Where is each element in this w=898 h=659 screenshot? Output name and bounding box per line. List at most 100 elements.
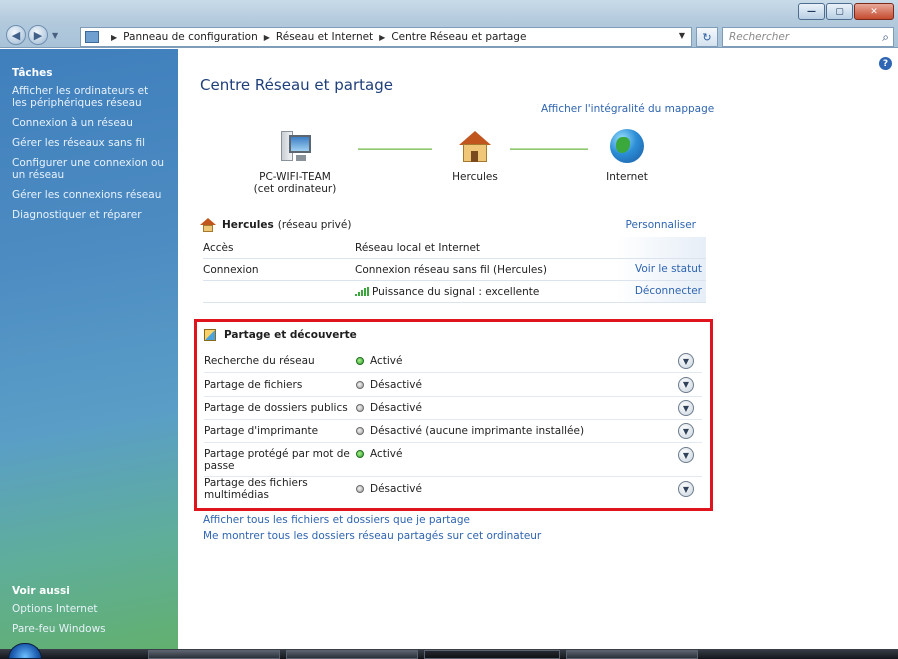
- address-bar[interactable]: ▶ Panneau de configuration ▶ Réseau et I…: [80, 27, 692, 47]
- show-shared-folders-link[interactable]: Me montrer tous les dossiers réseau part…: [203, 530, 541, 542]
- sharing-icon: [204, 329, 216, 341]
- network-details-table: Accès Réseau local et Internet Connexion…: [203, 237, 706, 303]
- network-detail-row: Connexion Connexion réseau sans fil (Her…: [203, 259, 706, 281]
- sharing-title: Partage et découverte: [224, 329, 357, 341]
- taskbar-button[interactable]: [566, 650, 698, 659]
- chevron-down-icon[interactable]: ▼: [678, 481, 694, 497]
- sharing-label: Partage de dossiers publics: [204, 402, 348, 414]
- minimize-button[interactable]: —: [798, 3, 825, 20]
- sidebar-task-manage-wireless[interactable]: Gérer les réseaux sans fil: [12, 137, 166, 149]
- sharing-label: Partage de fichiers: [204, 378, 303, 391]
- chevron-down-icon[interactable]: ▼: [678, 447, 694, 463]
- detail-value: Puissance du signal : excellente: [355, 286, 616, 298]
- sharing-status: Désactivé (aucune imprimante installée): [370, 425, 585, 437]
- close-button[interactable]: ✕: [854, 3, 894, 20]
- chevron-down-icon[interactable]: ▼: [678, 353, 694, 369]
- search-icon[interactable]: ⌕: [882, 30, 889, 45]
- status-off-icon: [356, 427, 364, 435]
- breadcrumb-network-internet[interactable]: Réseau et Internet: [276, 31, 373, 43]
- help-icon[interactable]: ?: [879, 57, 892, 70]
- sidebar-task-setup-connection[interactable]: Configurer une connexion ou un réseau: [12, 157, 166, 181]
- back-arrow-icon[interactable]: ◀: [6, 25, 26, 45]
- navigation-buttons: ◀ ▶ ▼: [6, 25, 62, 45]
- taskbar-button[interactable]: [148, 650, 280, 659]
- sharing-status: Activé: [370, 448, 403, 460]
- map-node-computer[interactable]: PC-WIFI-TEAM (cet ordinateur): [240, 129, 350, 195]
- sharing-label: Partage des fichiers multimédias: [204, 477, 308, 501]
- network-header: Hercules (réseau privé) Personnaliser: [200, 216, 696, 234]
- sidebar-link-firewall[interactable]: Pare-feu Windows: [12, 623, 106, 635]
- view-status-link[interactable]: Voir le statut: [616, 259, 706, 280]
- detail-label: Accès: [203, 241, 234, 254]
- network-detail-row: Puissance du signal : excellente Déconne…: [203, 281, 706, 303]
- forward-arrow-icon[interactable]: ▶: [28, 25, 48, 45]
- sharing-row-public-folders[interactable]: Partage de dossiers publics Désactivé ▼: [204, 397, 702, 420]
- network-map-name: Hercules: [452, 171, 498, 183]
- home-network-icon: [457, 129, 493, 165]
- status-off-icon: [356, 404, 364, 412]
- chevron-down-icon[interactable]: ▼: [678, 423, 694, 439]
- bottom-links: Afficher tous les fichiers et dossiers q…: [203, 514, 541, 546]
- network-name: Hercules: [222, 219, 274, 231]
- breadcrumb-control-panel[interactable]: Panneau de configuration: [123, 31, 258, 43]
- network-type: (réseau privé): [277, 219, 352, 231]
- sharing-status: Activé: [370, 355, 403, 367]
- network-detail-row: Accès Réseau local et Internet: [203, 237, 706, 259]
- taskbar-button[interactable]: [424, 650, 560, 659]
- detail-label: Connexion: [203, 263, 259, 276]
- map-node-network[interactable]: Hercules: [420, 129, 530, 183]
- title-bar: — ▢ ✕ ◀ ▶ ▼ ▶ Panneau de configuration ▶…: [0, 0, 898, 48]
- search-placeholder: Rechercher: [729, 31, 790, 43]
- sharing-status: Désactivé: [370, 483, 422, 495]
- refresh-icon[interactable]: ↻: [696, 27, 718, 47]
- disconnect-link[interactable]: Déconnecter: [616, 281, 706, 302]
- breadcrumb-network-center[interactable]: Centre Réseau et partage: [391, 31, 526, 43]
- sharing-row-file-sharing[interactable]: Partage de fichiers Désactivé ▼: [204, 373, 702, 397]
- breadcrumb-separator-icon[interactable]: ▶: [379, 33, 385, 42]
- sharing-header: Partage et découverte: [204, 329, 357, 341]
- status-off-icon: [356, 380, 364, 389]
- breadcrumb-separator-icon[interactable]: ▶: [111, 33, 117, 42]
- search-input[interactable]: Rechercher ⌕: [722, 27, 894, 47]
- sharing-status: Désactivé: [370, 402, 422, 414]
- control-panel-icon: [85, 31, 99, 43]
- chevron-down-icon[interactable]: ▼: [678, 400, 694, 416]
- customize-link[interactable]: Personnaliser: [626, 219, 696, 231]
- view-full-map-link[interactable]: Afficher l'intégralité du mappage: [541, 103, 714, 115]
- window-controls: — ▢ ✕: [798, 3, 894, 20]
- sidebar-task-diagnose[interactable]: Diagnostiquer et réparer: [12, 209, 166, 221]
- show-shared-files-link[interactable]: Afficher tous les fichiers et dossiers q…: [203, 514, 541, 526]
- see-also-heading: Voir aussi: [12, 585, 70, 597]
- breadcrumb-separator-icon[interactable]: ▶: [264, 33, 270, 42]
- recent-pages-chevron-icon[interactable]: ▼: [52, 31, 58, 40]
- signal-strength-icon: [355, 287, 369, 296]
- maximize-button[interactable]: ▢: [826, 3, 853, 20]
- sidebar-task-connect[interactable]: Connexion à un réseau: [12, 117, 166, 129]
- sidebar-link-internet-options[interactable]: Options Internet: [12, 603, 106, 615]
- detail-value: Connexion réseau sans fil (Hercules): [355, 263, 547, 276]
- chevron-down-icon[interactable]: ▼: [678, 376, 694, 393]
- tasks-heading: Tâches: [12, 67, 53, 79]
- computer-subtitle: (cet ordinateur): [253, 183, 337, 195]
- signal-strength-text: Puissance du signal : excellente: [372, 285, 540, 298]
- main-content: ? Centre Réseau et partage Afficher l'in…: [178, 49, 898, 649]
- taskbar-button[interactable]: [286, 650, 418, 659]
- sharing-label: Recherche du réseau: [204, 355, 315, 367]
- sharing-row-media[interactable]: Partage des fichiers multimédias Désacti…: [204, 477, 702, 501]
- sidebar-task-manage-connections[interactable]: Gérer les connexions réseau: [12, 189, 166, 201]
- computer-icon: [277, 129, 313, 165]
- status-on-icon: [356, 450, 364, 458]
- sharing-row-network-discovery[interactable]: Recherche du réseau Activé ▼: [204, 350, 702, 373]
- address-dropdown-icon[interactable]: ▼: [679, 31, 685, 40]
- status-off-icon: [356, 485, 364, 493]
- sidebar-task-view-computers[interactable]: Afficher les ordinateurs et les périphér…: [12, 85, 166, 109]
- detail-action: [616, 237, 706, 258]
- status-on-icon: [356, 357, 364, 365]
- home-network-icon: [200, 218, 216, 232]
- sharing-row-printer[interactable]: Partage d'imprimante Désactivé (aucune i…: [204, 420, 702, 443]
- task-sidebar: Tâches Afficher les ordinateurs et les p…: [0, 49, 178, 649]
- globe-icon: [610, 129, 644, 163]
- map-node-internet[interactable]: Internet: [572, 129, 682, 183]
- sharing-discovery-panel: Partage et découverte Recherche du résea…: [194, 319, 713, 511]
- page-title: Centre Réseau et partage: [200, 76, 393, 94]
